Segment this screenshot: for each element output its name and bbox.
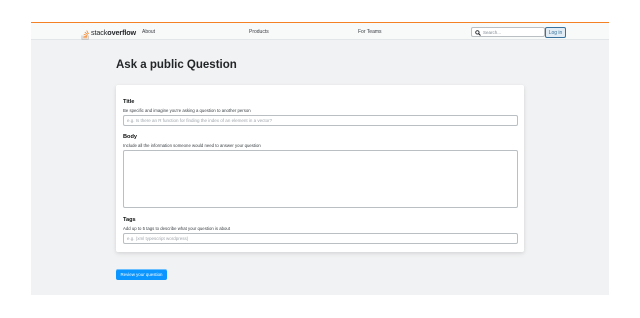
title-input[interactable] bbox=[123, 115, 518, 126]
nav-for-teams-link[interactable]: For Teams bbox=[358, 29, 382, 35]
page-background: stackoverflow About Products For Teams L… bbox=[31, 22, 609, 295]
nav-about-link[interactable]: About bbox=[142, 29, 155, 35]
body-textarea[interactable] bbox=[123, 150, 518, 208]
search-input[interactable] bbox=[483, 28, 543, 36]
stackoverflow-logo[interactable]: stackoverflow bbox=[81, 26, 136, 40]
title-field-label: Title bbox=[123, 99, 135, 105]
title-field-description: Be specific and imagine you're asking a … bbox=[123, 108, 251, 113]
log-in-button[interactable]: Log in bbox=[545, 27, 566, 38]
logo-wordmark: stackoverflow bbox=[91, 28, 136, 37]
tags-field-label: Tags bbox=[123, 217, 136, 223]
page-title: Ask a public Question bbox=[116, 59, 237, 71]
body-field-description: Include all the information someone woul… bbox=[123, 143, 261, 148]
nav-products-link[interactable]: Products bbox=[249, 29, 269, 35]
search-box[interactable] bbox=[471, 27, 545, 37]
tags-field-description: Add up to 5 tags to describe what your q… bbox=[123, 226, 231, 231]
top-navigation-bar: stackoverflow About Products For Teams L… bbox=[31, 22, 609, 40]
logo-text-bold: overflow bbox=[107, 27, 137, 37]
search-icon bbox=[475, 23, 481, 41]
review-question-button[interactable]: Review your question bbox=[116, 269, 167, 280]
body-field-label: Body bbox=[123, 134, 137, 140]
question-form-card: Title Be specific and imagine you're ask… bbox=[116, 85, 524, 252]
stackoverflow-logo-icon bbox=[81, 27, 90, 40]
logo-text-light: stack bbox=[91, 27, 108, 37]
tags-input[interactable] bbox=[123, 233, 518, 244]
